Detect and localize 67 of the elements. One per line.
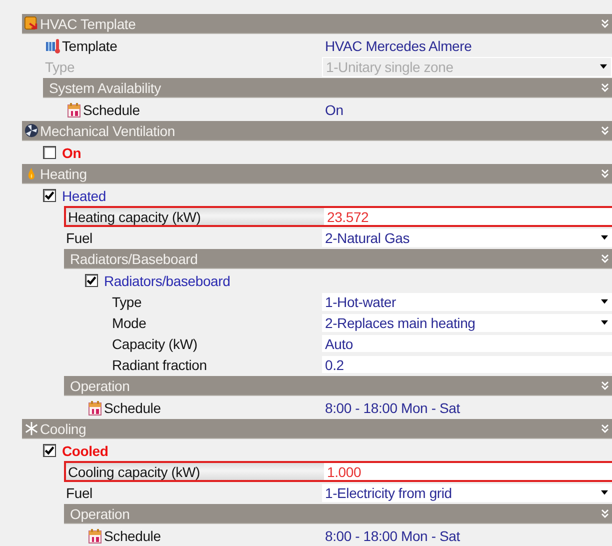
field-value[interactable]: HVAC Mercedes Almere	[322, 38, 472, 54]
section-title: Mechanical Ventilation	[40, 122, 176, 138]
input-field[interactable]: Auto	[322, 335, 612, 352]
section-header[interactable]: Heating	[22, 164, 612, 184]
input-field[interactable]: 1.000	[324, 463, 612, 480]
dropdown[interactable]: 2-Natural Gas	[322, 228, 612, 246]
field-value[interactable]: 8:00 - 18:00 Mon - Sat	[322, 400, 460, 416]
field-label: Schedule	[104, 400, 161, 416]
section-title: Cooling	[40, 420, 88, 436]
checkbox[interactable]	[43, 189, 56, 202]
field-label: Cooling capacity (kW)	[68, 464, 200, 480]
field-label: Fuel	[66, 484, 92, 500]
section-title: Heating	[40, 166, 88, 182]
dropdown-arrow-icon[interactable]	[601, 299, 608, 304]
calendar-icon	[87, 528, 103, 544]
checkbox[interactable]	[43, 146, 56, 159]
section-title: Operation	[69, 378, 131, 394]
input-field[interactable]: 23.572	[324, 208, 612, 225]
field-label: Schedule	[83, 102, 140, 118]
checkbox-label: Cooled	[62, 442, 108, 458]
calendar-icon	[87, 400, 103, 416]
collapse-icon[interactable]	[601, 18, 609, 28]
collapse-icon[interactable]	[601, 508, 609, 518]
section-header[interactable]: Cooling	[22, 419, 612, 439]
checkbox[interactable]	[43, 444, 56, 457]
collapse-icon[interactable]	[601, 168, 609, 178]
dropdown[interactable]: 1-Electricity from grid	[322, 484, 612, 502]
collapse-icon[interactable]	[601, 424, 609, 434]
dropdown[interactable]: 2-Replaces main heating	[322, 314, 612, 332]
collapse-icon[interactable]	[601, 380, 609, 390]
section-title: Operation	[69, 506, 131, 522]
field-label: Radiant fraction	[112, 356, 207, 372]
snowflake-icon	[24, 421, 39, 436]
dropdown-arrow-icon[interactable]	[601, 490, 608, 495]
field-label: Capacity (kW)	[112, 336, 198, 352]
collapse-icon[interactable]	[601, 82, 609, 92]
dropdown-arrow-icon[interactable]	[601, 235, 608, 240]
field-label: Type	[112, 294, 142, 310]
calendar-icon	[66, 102, 82, 118]
checkbox[interactable]	[85, 274, 98, 287]
field-label: Fuel	[66, 230, 92, 246]
section-header[interactable]: Mechanical Ventilation	[22, 121, 612, 141]
field-value[interactable]: 8:00 - 18:00 Mon - Sat	[322, 528, 460, 544]
field-label: Template	[62, 38, 118, 54]
section-title: System Availability	[48, 80, 162, 96]
dropdown-arrow-icon[interactable]	[601, 320, 608, 325]
collapse-icon[interactable]	[601, 254, 609, 264]
checkbox-label: Radiators/baseboard	[104, 272, 230, 288]
group-header[interactable]: Operation	[64, 376, 612, 396]
collapse-icon[interactable]	[601, 126, 609, 136]
checkbox-label: Heated	[62, 188, 106, 204]
section-header[interactable]: HVAC Template	[22, 14, 612, 34]
group-header[interactable]: System Availability	[43, 78, 612, 98]
group-header[interactable]: Operation	[64, 504, 612, 524]
field-label: Schedule	[104, 528, 161, 544]
field-label: Heating capacity (kW)	[68, 208, 201, 224]
checkbox-label: On	[62, 144, 82, 160]
dropdown[interactable]: 1-Hot-water	[322, 292, 612, 310]
section-title: HVAC Template	[40, 16, 137, 32]
field-label: Mode	[112, 314, 146, 330]
radiator-thermometer-icon	[45, 38, 61, 54]
input-field[interactable]: 0.2	[322, 356, 612, 373]
field-label: Type	[45, 58, 75, 74]
section-title: Radiators/Baseboard	[69, 250, 199, 266]
field-value[interactable]: On	[322, 102, 344, 118]
group-header[interactable]: Radiators/Baseboard	[64, 249, 612, 269]
fan-icon	[24, 123, 39, 138]
